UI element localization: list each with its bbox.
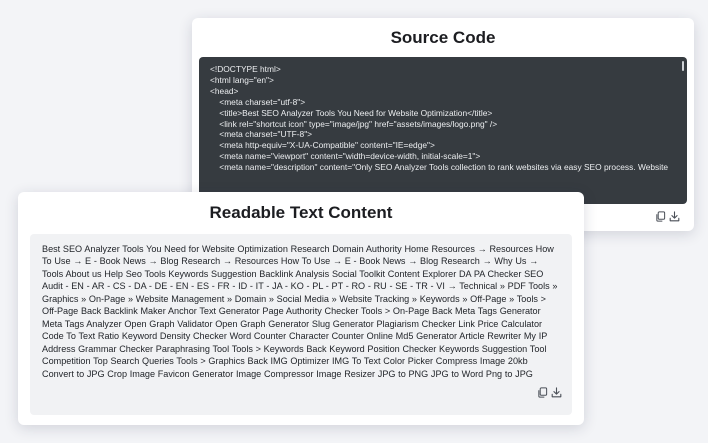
download-icon[interactable] (669, 211, 680, 222)
copy-icon[interactable] (655, 211, 666, 222)
code-line: <head> (210, 85, 239, 96)
code-line: <meta name="description" content="Only S… (210, 162, 669, 173)
copy-icon[interactable] (537, 387, 548, 398)
readable-text-tools (537, 387, 562, 398)
source-code-tools (655, 211, 680, 222)
code-line: <meta name="viewport" content="width=dev… (210, 151, 481, 162)
code-line: <title>Best SEO Analyzer Tools You Need … (210, 107, 493, 118)
readable-text-title: Readable Text Content (209, 203, 393, 222)
code-line: <meta http-equiv="X-UA-Compatible" conte… (210, 140, 435, 151)
code-scrollbar[interactable] (682, 61, 684, 71)
source-code-box[interactable]: <!DOCTYPE html> <html lang="en"> <head> … (199, 57, 687, 204)
code-line: <!DOCTYPE html> (210, 64, 281, 74)
code-line: <meta charset="utf-8"> (210, 96, 306, 107)
readable-text-content: Best SEO Analyzer Tools You Need for Web… (42, 244, 558, 379)
code-line: <html lang="en"> (210, 74, 274, 85)
readable-text-box[interactable]: Best SEO Analyzer Tools You Need for Web… (30, 234, 572, 415)
source-code-title: Source Code (390, 28, 496, 47)
code-line: <meta charset="UTF-8"> (210, 129, 313, 140)
readable-text-card: Readable Text Content Best SEO Analyzer … (18, 192, 584, 425)
code-line: <link rel="shortcut icon" type="image/jp… (210, 118, 498, 129)
download-icon[interactable] (551, 387, 562, 398)
